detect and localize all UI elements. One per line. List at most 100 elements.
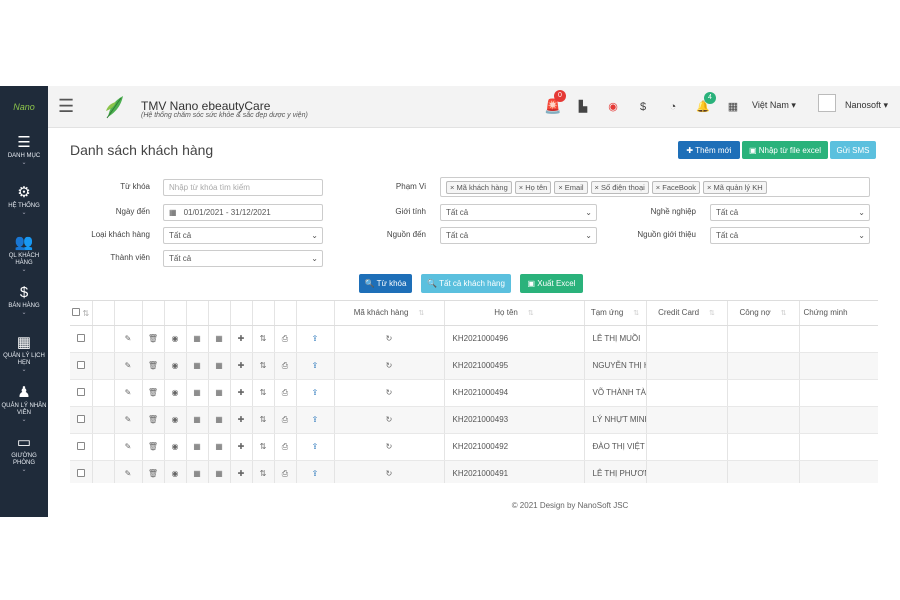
keyword-input[interactable]: Nhập từ khóa tìm kiếm <box>163 179 323 196</box>
sidebar-item-0[interactable]: ☰ DANH MỤC ⌄ <box>0 128 48 178</box>
sidebar-item-6[interactable]: ▭ GIƯỜNG PHÒNG ⌄ <box>0 428 48 478</box>
header-debt[interactable]: Công nợ ⇅ <box>727 301 800 326</box>
user-menu[interactable]: Nanosoft ▾ <box>845 100 888 111</box>
table-row[interactable]: ✎🗑◉▦▦✚⇅⎙⇪↻KH2021000494VÕ THÀNH TÀI/ <box>70 379 878 407</box>
add-icon[interactable]: ✚ <box>230 325 253 353</box>
calendar-icon[interactable]: ▦ <box>208 406 231 434</box>
header-credit-card[interactable]: Credit Card ⇅ <box>646 301 728 326</box>
table-row[interactable]: ✎🗑◉▦▦✚⇅⎙⇪↻KH2021000495NGUYỄN THỊ HIỀN NH… <box>70 352 878 380</box>
scope-multiselect[interactable]: × Mã khách hàng × Họ tên × Email × Số điện … <box>440 177 870 197</box>
appointment-icon[interactable]: ▦ <box>186 379 209 407</box>
calendar-icon[interactable]: ▦ <box>208 352 231 380</box>
table-row[interactable]: ✎🗑◉▦▦✚⇅⎙⇪↻KH2021000491LÊ THỊ PHƯƠNG THỦY… <box>70 460 878 483</box>
help-icon[interactable]: ◉ <box>598 100 628 113</box>
row-checkbox[interactable] <box>70 379 93 407</box>
print-icon[interactable]: ⎙ <box>274 433 297 461</box>
appointment-icon[interactable]: ▦ <box>186 325 209 353</box>
view-icon[interactable]: ◉ <box>164 406 187 434</box>
delete-icon[interactable]: 🗑 <box>142 325 165 353</box>
appointment-icon[interactable]: ▦ <box>186 406 209 434</box>
sidebar-item-1[interactable]: ⚙ HỆ THỐNG ⌄ <box>0 178 48 228</box>
calendar-icon[interactable]: ▦ <box>208 460 231 483</box>
search-keyword-button[interactable]: 🔍 Từ khóa <box>359 274 412 293</box>
share-icon[interactable]: ⇪ <box>296 433 335 461</box>
edit-icon[interactable]: ✎ <box>114 406 143 434</box>
delete-icon[interactable]: 🗑 <box>142 433 165 461</box>
header-id-card[interactable]: Chứng minh <box>799 301 878 326</box>
sort-icon[interactable]: ⇅ <box>252 352 275 380</box>
gender-select[interactable]: Tất cả ⌄ <box>440 204 597 221</box>
export-excel-button[interactable]: ▣ Xuất Excel <box>520 274 583 293</box>
scope-tag[interactable]: × Số điện thoại <box>590 180 649 194</box>
dollar-icon[interactable]: $ <box>628 101 658 113</box>
share-icon[interactable]: ⇪ <box>296 379 335 407</box>
share-icon[interactable]: ⇪ <box>296 352 335 380</box>
history-icon[interactable]: ↻ <box>334 352 445 380</box>
scope-tag[interactable]: × FaceBook <box>651 180 701 194</box>
delete-icon[interactable]: 🗑 <box>142 460 165 483</box>
job-select[interactable]: Tất cả ⌄ <box>710 204 870 221</box>
chat-icon[interactable]: ◔ <box>658 101 688 113</box>
view-icon[interactable]: ◉ <box>164 325 187 353</box>
row-checkbox[interactable] <box>70 352 93 380</box>
alarm-icon[interactable]: 🚨 0 <box>538 90 568 115</box>
add-icon[interactable]: ✚ <box>230 379 253 407</box>
all-customers-button[interactable]: 🔍 Tất cả khách hàng <box>421 274 511 293</box>
share-icon[interactable]: ⇪ <box>296 460 335 483</box>
edit-icon[interactable]: ✎ <box>114 379 143 407</box>
share-icon[interactable]: ⇪ <box>296 325 335 353</box>
sort-icon[interactable]: ⇅ <box>252 460 275 483</box>
header-advance[interactable]: Tạm ứng ⇅ <box>584 301 647 326</box>
sort-icon[interactable]: ⇅ <box>252 325 275 353</box>
calendar-icon[interactable]: ▦ <box>208 325 231 353</box>
table-row[interactable]: ✎🗑◉▦▦✚⇅⎙⇪↻KH2021000492ĐÀO THỊ VIỆT THỦY/ <box>70 433 878 461</box>
edit-icon[interactable]: ✎ <box>114 460 143 483</box>
calendar-icon[interactable]: ▦ <box>208 379 231 407</box>
edit-icon[interactable]: ✎ <box>114 433 143 461</box>
add-new-button[interactable]: ✚ Thêm mới <box>678 141 740 159</box>
calendar-icon[interactable]: ▦ <box>208 433 231 461</box>
add-icon[interactable]: ✚ <box>230 433 253 461</box>
history-icon[interactable]: ↻ <box>334 379 445 407</box>
appointment-icon[interactable]: ▦ <box>186 352 209 380</box>
sort-icon[interactable]: ⇅ <box>252 433 275 461</box>
scope-tag[interactable]: × Mã khách hàng <box>446 180 512 194</box>
scope-tag[interactable]: × Email <box>554 180 588 194</box>
view-icon[interactable]: ◉ <box>164 379 187 407</box>
view-icon[interactable]: ◉ <box>164 352 187 380</box>
print-icon[interactable]: ⎙ <box>274 379 297 407</box>
row-checkbox[interactable] <box>70 325 93 353</box>
hamburger-menu-icon[interactable]: ☰ <box>58 96 74 117</box>
table-row[interactable]: ✎🗑◉▦▦✚⇅⎙⇪↻KH2021000493LÝ NHỰT MINH/ <box>70 406 878 434</box>
member-select[interactable]: Tất cả ⌄ <box>163 250 323 267</box>
history-icon[interactable]: ↻ <box>334 433 445 461</box>
row-checkbox[interactable] <box>70 460 93 483</box>
appointment-icon[interactable]: ▦ <box>186 433 209 461</box>
delete-icon[interactable]: 🗑 <box>142 379 165 407</box>
delete-icon[interactable]: 🗑 <box>142 352 165 380</box>
sidebar-item-3[interactable]: $ BÁN HÀNG ⌄ <box>0 278 48 328</box>
history-icon[interactable]: ↻ <box>334 325 445 353</box>
view-icon[interactable]: ◉ <box>164 433 187 461</box>
delete-icon[interactable]: 🗑 <box>142 406 165 434</box>
referral-select[interactable]: Tất cả ⌄ <box>710 227 870 244</box>
print-icon[interactable]: ⎙ <box>274 460 297 483</box>
sidebar-item-2[interactable]: 👥 QL KHÁCH HÀNG ⌄ <box>0 228 48 278</box>
send-sms-button[interactable]: Gửi SMS <box>830 141 876 159</box>
sidebar-item-4[interactable]: ▦ QUẢN LÝ LỊCH HẸN ⌄ <box>0 328 48 378</box>
view-icon[interactable]: ◉ <box>164 460 187 483</box>
add-icon[interactable]: ✚ <box>230 460 253 483</box>
header-full-name[interactable]: Họ tên ⇅ <box>444 301 585 326</box>
row-checkbox[interactable] <box>70 406 93 434</box>
header-customer-code[interactable]: Mã khách hàng ⇅ <box>334 301 445 326</box>
table-row[interactable]: ✎🗑◉▦▦✚⇅⎙⇪↻KH2021000496LÊ THỊ MUỒI/ <box>70 325 878 353</box>
print-icon[interactable]: ⎙ <box>274 406 297 434</box>
scope-tag[interactable]: × Mã quản lý KH <box>703 180 767 194</box>
language-selector[interactable]: Việt Nam ▾ <box>752 100 796 111</box>
avatar[interactable] <box>818 94 836 112</box>
bell-icon[interactable]: 🔔 4 <box>688 92 718 113</box>
sort-icon[interactable]: ⇅ <box>252 379 275 407</box>
appointment-icon[interactable]: ▦ <box>186 460 209 483</box>
print-icon[interactable]: ⎙ <box>274 325 297 353</box>
bed-icon[interactable]: ▙ <box>568 100 598 113</box>
